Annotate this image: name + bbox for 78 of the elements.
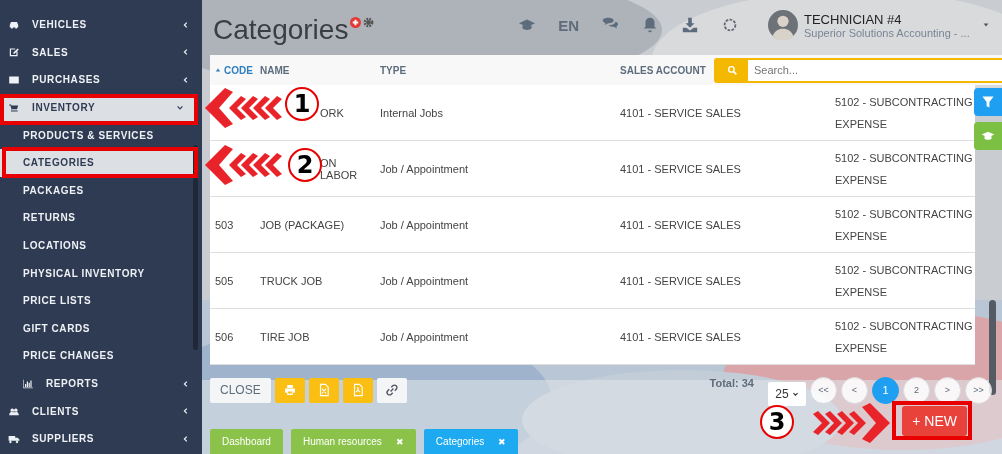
table-cell-text: 4101 - SERVICE SALES	[620, 218, 742, 231]
table-cell-text: 506	[215, 330, 235, 343]
scrollbar[interactable]	[193, 145, 198, 350]
search-icon	[726, 64, 738, 76]
table-cell-text: Job / Appointment	[380, 218, 470, 231]
table-cell: TRUCK JOB	[260, 274, 323, 287]
sidebar-item[interactable]: PURCHASES	[0, 66, 202, 94]
caret-icon	[791, 390, 799, 398]
sort-icon	[215, 67, 221, 73]
menu-icon	[8, 74, 20, 86]
column-header[interactable]: NAME	[260, 64, 380, 76]
table-cell-text: 505	[215, 274, 235, 287]
table-cell-text: 4101 - SERVICE SALES	[620, 106, 742, 119]
new-button[interactable]: + NEW	[902, 406, 967, 436]
sidebar-item[interactable]: PRICE CHANGES	[0, 342, 202, 370]
filter-icon	[981, 95, 995, 109]
graduation-cap-icon	[981, 129, 995, 143]
sidebar-item[interactable]: PHYSICAL INVENTORY	[0, 259, 202, 287]
sidebar-item[interactable]: RETURNS	[0, 204, 202, 232]
sun-icon[interactable]	[721, 16, 739, 34]
chevron-left-icon	[182, 48, 190, 57]
sidebar-item[interactable]: REPORTS	[0, 369, 202, 398]
tutorial-button[interactable]	[974, 122, 1002, 150]
table-cell-text: 5102 - SUBCONTRACTING EXPENSE	[835, 150, 974, 188]
page-size-select[interactable]: 25	[768, 382, 806, 406]
link-icon	[384, 383, 399, 397]
sidebar-item[interactable]: GIFT CARDS	[0, 314, 202, 343]
user-name: TECHNICIAN #4	[804, 11, 903, 27]
close-button[interactable]: CLOSE	[210, 377, 271, 403]
table-cell: JOB (PACKAGE)	[260, 218, 345, 231]
sidebar-item[interactable]: SALES	[0, 38, 202, 67]
settings-icon[interactable]	[363, 17, 375, 28]
table-cell: ON LABOR	[320, 156, 358, 181]
download-icon[interactable]	[681, 16, 699, 34]
sidebar-item[interactable]: SUPPLIERS	[0, 424, 202, 453]
sidebar-item[interactable]: PRODUCTS & SERVICES	[0, 121, 202, 149]
sidebar-item[interactable]: CLIENTS	[0, 397, 202, 425]
sidebar-item[interactable]: PRICE LISTS	[0, 286, 202, 315]
table-cell-text: Internal Jobs	[380, 106, 444, 119]
printer-icon	[282, 383, 297, 397]
table-cell-text: 5102 - SUBCONTRACTING EXPENSE	[835, 206, 974, 244]
chevron-left-icon	[182, 379, 190, 388]
table-cell-text: 4101 - SERVICE SALES	[620, 162, 742, 175]
company-name: Superior Solutions Accounting - ...	[804, 26, 971, 39]
table-cell-text: 5102 - SUBCONTRACTING EXPENSE	[835, 94, 974, 132]
table-cell-text: 4101 - SERVICE SALES	[620, 274, 742, 287]
table-cell-text: Job / Appointment	[380, 330, 470, 343]
column-header[interactable]: SALES ACCOUNT	[620, 64, 714, 76]
table-cell-text: 503	[215, 218, 235, 231]
bell-icon[interactable]	[641, 16, 659, 34]
menu-icon	[8, 46, 20, 59]
table-cell-text: Job / Appointment	[380, 274, 470, 287]
chevron-left-icon	[182, 434, 190, 443]
table-cell-text: 5102 - SUBCONTRACTING EXPENSE	[835, 318, 974, 356]
chevron-left-icon	[182, 407, 190, 416]
sidebar-item[interactable]: PACKAGES	[0, 176, 202, 205]
table-cell-text: 5102 - SUBCONTRACTING EXPENSE	[835, 262, 974, 300]
table-cell: TIRE JOB	[260, 330, 310, 343]
page-title: Categories	[213, 13, 349, 47]
sidebar-item[interactable]: VEHICLES	[0, 11, 202, 39]
table-cell: ORK	[320, 106, 344, 119]
filter-button[interactable]	[974, 88, 1002, 116]
column-header[interactable]: TYPE	[380, 64, 620, 76]
scrollbar[interactable]	[989, 300, 996, 395]
table-cell-text: 4101 - SERVICE SALES	[620, 330, 742, 343]
caret-icon[interactable]	[982, 21, 990, 29]
column-header[interactable]: CODE	[215, 64, 260, 76]
menu-icon	[8, 101, 20, 114]
chevron-left-icon	[182, 20, 190, 29]
total-count: Total: 34	[709, 377, 754, 389]
search-field[interactable]: Search...	[714, 57, 1002, 83]
chevron-left-icon	[182, 76, 190, 84]
avatar[interactable]	[768, 10, 798, 40]
add-icon[interactable]	[350, 17, 362, 28]
chevron-down-icon	[176, 103, 184, 112]
sidebar-item[interactable]: LOCATIONS	[0, 231, 202, 260]
bar-chart-icon	[22, 377, 34, 390]
table-cell-text: Job / Appointment	[380, 162, 470, 175]
